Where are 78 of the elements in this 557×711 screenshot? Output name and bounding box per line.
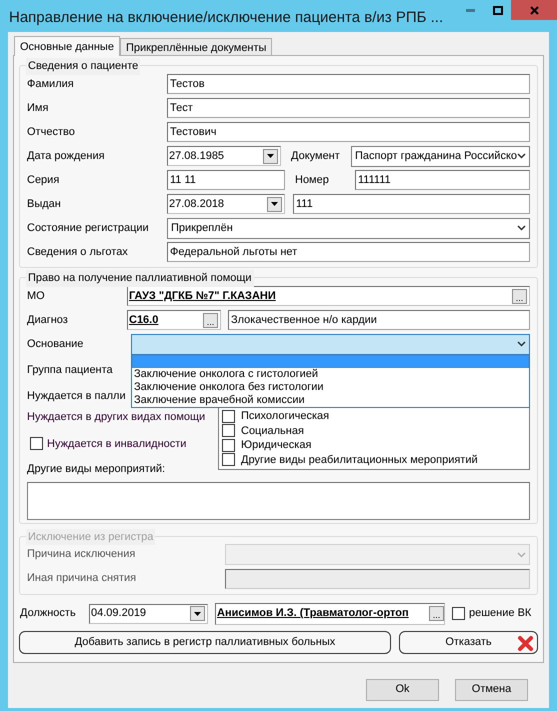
field-label: Иная причина снятия bbox=[27, 571, 136, 586]
dropdown-arrow-icon bbox=[267, 154, 274, 158]
dropdown-option[interactable]: Заключение врачебной комиссии bbox=[132, 394, 529, 407]
dropdown-arrow-icon bbox=[194, 612, 201, 616]
field-label: Диагноз bbox=[27, 312, 68, 328]
field-label: МО bbox=[27, 288, 45, 304]
text-field[interactable]: 111 bbox=[293, 194, 530, 214]
field-label: Причина исключения bbox=[27, 547, 136, 562]
field-label: Отчество bbox=[27, 124, 75, 140]
field-label: Состояние регистрации bbox=[27, 220, 149, 236]
group-title: Исключение из регистра bbox=[26, 528, 156, 545]
checkbox[interactable] bbox=[222, 453, 235, 466]
add-button[interactable]: Добавить запись в регистр паллиативных больных bbox=[19, 630, 391, 654]
combo-box[interactable]: Прикреплён bbox=[167, 218, 530, 238]
date-picker[interactable]: 04.09.2019 bbox=[89, 604, 208, 624]
group-title: Право на получение паллиативной помощи bbox=[26, 270, 254, 286]
text-field[interactable]: 111111 bbox=[355, 170, 530, 190]
ellipsis-button[interactable]: ... bbox=[203, 312, 218, 328]
dropdown-arrow-icon bbox=[271, 202, 278, 206]
chevron-down-icon bbox=[517, 153, 526, 159]
close-button[interactable] bbox=[511, 0, 557, 20]
ellipsis-button[interactable]: ... bbox=[512, 288, 527, 304]
combo-box[interactable] bbox=[131, 334, 530, 354]
checkbox-label: Юридическая bbox=[241, 438, 312, 453]
field-label: Нуждается в палли bbox=[27, 388, 126, 404]
group-title: Сведения о пациенте bbox=[26, 58, 140, 74]
checkbox[interactable] bbox=[222, 438, 235, 452]
text-field[interactable]: Злокачественное н/о кардии bbox=[228, 310, 530, 330]
refuse-button[interactable]: Отказать bbox=[399, 630, 538, 654]
checkbox-label: решение ВК bbox=[469, 606, 532, 622]
lookup-field[interactable]: ГАУЗ "ДГКБ №7" Г.КАЗАНИ ... bbox=[127, 286, 530, 306]
field-label: Другие виды мероприятий: bbox=[27, 462, 166, 477]
text-field[interactable]: Тест bbox=[167, 98, 530, 118]
ellipsis-button[interactable]: ... bbox=[429, 606, 444, 621]
field-label: Документ bbox=[291, 148, 340, 164]
field-label: Номер bbox=[295, 172, 329, 188]
field-label: Серия bbox=[27, 172, 60, 188]
chevron-down-icon bbox=[517, 341, 526, 347]
field-label: Основание bbox=[27, 336, 84, 352]
checkbox[interactable] bbox=[222, 424, 235, 438]
field-label: Дата рождения bbox=[27, 148, 105, 164]
lookup-field[interactable]: Анисимов И.З. (Травматолог-ортоп ... bbox=[215, 602, 445, 624]
field-label: Группа пациента bbox=[27, 362, 113, 378]
cross-icon bbox=[517, 634, 534, 652]
field-label: Сведения о льготах bbox=[27, 244, 128, 260]
dropdown-option[interactable]: Заключение онколога с гистологией bbox=[132, 368, 529, 381]
checkbox-label: Нуждается в инвалидности bbox=[47, 436, 186, 452]
checkbox-label: Другие виды реабилитационных мероприятий bbox=[241, 452, 478, 468]
text-field[interactable]: Тестов bbox=[167, 74, 530, 94]
text-area[interactable] bbox=[27, 482, 530, 520]
field-label: Должность bbox=[20, 606, 76, 622]
checkbox[interactable] bbox=[452, 607, 465, 620]
lookup-field[interactable]: C16.0 ... bbox=[127, 310, 221, 330]
checkbox-label: Психологическая bbox=[241, 409, 330, 424]
field-label: Нуждается в других видах помощи bbox=[27, 410, 206, 425]
date-picker[interactable]: 27.08.2018 bbox=[167, 194, 285, 214]
chevron-down-icon bbox=[517, 225, 526, 231]
combo-box[interactable]: Паспорт гражданина Российско bbox=[351, 146, 530, 166]
date-picker[interactable]: 27.08.1985 bbox=[167, 146, 281, 166]
text-field[interactable]: Федеральной льготы нет bbox=[167, 242, 530, 262]
field-label: Фамилия bbox=[27, 76, 74, 92]
checkbox-label: Социальная bbox=[241, 424, 304, 438]
checkbox[interactable] bbox=[30, 437, 43, 450]
dropdown-option[interactable]: Заключение онколога без гистологии bbox=[132, 381, 529, 394]
field-label: Выдан bbox=[27, 196, 61, 212]
dialog-button[interactable]: Отмена bbox=[455, 678, 528, 700]
checkbox[interactable] bbox=[222, 410, 235, 423]
dialog-button[interactable]: Ok bbox=[366, 678, 439, 700]
window-title: Направление на включение/исключение пациента в/из РПБ ... bbox=[8, 8, 444, 28]
chevron-down-icon bbox=[517, 552, 526, 558]
tab[interactable]: Прикреплённые документы bbox=[120, 38, 272, 55]
text-field[interactable]: Тестович bbox=[167, 122, 530, 142]
field-label: Имя bbox=[27, 100, 48, 116]
text-field[interactable]: 11 11 bbox=[167, 170, 285, 190]
minimize-icon bbox=[466, 8, 475, 12]
close-icon bbox=[530, 6, 538, 14]
tab[interactable]: Основные данные bbox=[14, 36, 120, 56]
maximize-icon bbox=[492, 6, 502, 14]
